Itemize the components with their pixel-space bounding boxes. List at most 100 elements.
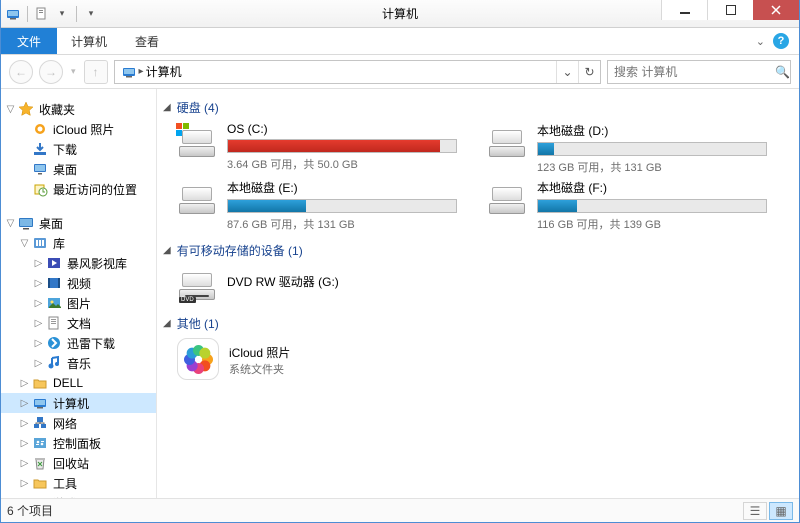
expand-icon[interactable]: ▷: [33, 358, 44, 369]
expand-icon[interactable]: ▽: [5, 104, 16, 115]
minimize-button[interactable]: [661, 0, 707, 20]
sidebar-item-documents[interactable]: ▷文档: [1, 313, 156, 333]
up-button[interactable]: ↑: [84, 60, 108, 84]
drive-name: 本地磁盘 (E:): [227, 179, 457, 196]
group-header-drives[interactable]: ◢ 硬盘 (4): [163, 99, 789, 116]
drive-tile[interactable]: 本地磁盘 (E:) 87.6 GB 可用，共 131 GB: [177, 179, 457, 232]
drive-tile[interactable]: OS (C:) 3.64 GB 可用，共 50.0 GB: [177, 122, 457, 175]
sidebar-item-control-panel[interactable]: ▷控制面板: [1, 433, 156, 453]
control-panel-icon: [32, 435, 48, 451]
drive-name: 本地磁盘 (F:): [537, 179, 767, 196]
libraries-icon: [32, 235, 48, 251]
addr-dropdown-icon[interactable]: ⌄: [556, 61, 578, 83]
sidebar-desktop[interactable]: ▽ 桌面: [1, 213, 156, 233]
status-text: 6 个项目: [7, 502, 53, 519]
breadcrumb-root[interactable]: ▸ 计算机: [115, 61, 188, 83]
close-button[interactable]: [753, 0, 799, 20]
ribbon-tabs: 文件 计算机 查看 ⌄ ?: [1, 28, 799, 55]
history-dropdown-icon[interactable]: ▾: [69, 66, 78, 77]
view-tiles-button[interactable]: ▦: [769, 502, 793, 520]
group-header-removable[interactable]: ◢ 有可移动存储的设备 (1): [163, 242, 789, 259]
view-details-button[interactable]: ☰: [743, 502, 767, 520]
icloud-photos-icon: [177, 338, 219, 380]
expand-icon[interactable]: ▷: [33, 258, 44, 269]
hard-drive-icon: [487, 124, 527, 158]
expand-icon[interactable]: ▷: [33, 338, 44, 349]
drive-capacity-text: 123 GB 可用，共 131 GB: [537, 159, 767, 175]
sidebar-item-desktop[interactable]: 桌面: [1, 159, 156, 179]
sidebar-desktop-label: 桌面: [36, 215, 63, 232]
content-pane[interactable]: ◢ 硬盘 (4) OS (C:) 3.64 GB 可用，共 50.0 GB 本地…: [157, 89, 799, 498]
sidebar-item-computer[interactable]: ▷计算机: [1, 393, 156, 413]
sidebar-item-video-lib[interactable]: ▷暴风影视库: [1, 253, 156, 273]
search-icon[interactable]: 🔍: [775, 65, 790, 79]
expand-icon[interactable]: ▷: [19, 378, 30, 389]
sidebar-item-icloud-photos[interactable]: iCloud 照片: [1, 119, 156, 139]
expand-icon[interactable]: ▽: [5, 218, 16, 229]
collapse-icon[interactable]: ◢: [163, 245, 171, 256]
folder-icon: [32, 475, 48, 491]
item-icloud-photos-label: iCloud 照片: [229, 344, 457, 361]
search-input[interactable]: [608, 65, 775, 79]
item-icloud-photos[interactable]: iCloud 照片 系统文件夹: [177, 338, 457, 380]
expand-icon[interactable]: ▷: [19, 478, 30, 489]
drive-tile[interactable]: 本地磁盘 (F:) 116 GB 可用，共 139 GB: [487, 179, 767, 232]
drive-capacity-text: 116 GB 可用，共 139 GB: [537, 216, 767, 232]
qat-properties-icon[interactable]: [34, 6, 50, 22]
maximize-button[interactable]: [707, 0, 753, 20]
sidebar-item-user-folder[interactable]: ▷DELL: [1, 373, 156, 393]
expand-icon[interactable]: ▷: [19, 418, 30, 429]
expand-icon[interactable]: ▷: [19, 458, 30, 469]
network-icon: [32, 415, 48, 431]
sidebar-item-videos[interactable]: ▷视频: [1, 273, 156, 293]
sidebar-item-libraries[interactable]: ▽库: [1, 233, 156, 253]
group-header-drives-label: 硬盘 (4): [177, 99, 219, 116]
expand-icon[interactable]: ▷: [33, 278, 44, 289]
forward-button[interactable]: →: [39, 60, 63, 84]
sidebar-favorites[interactable]: ▽ 收藏夹: [1, 99, 156, 119]
collapse-icon[interactable]: ◢: [163, 318, 171, 329]
sidebar-item-recent[interactable]: 最近访问的位置: [1, 179, 156, 199]
status-bar: 6 个项目 ☰ ▦: [1, 498, 799, 522]
tab-computer[interactable]: 计算机: [57, 28, 121, 54]
capacity-bar: [537, 199, 767, 213]
device-dvd-label: DVD RW 驱动器 (G:): [227, 273, 457, 290]
file-tab[interactable]: 文件: [1, 28, 57, 54]
device-dvd[interactable]: DVD DVD RW 驱动器 (G:): [177, 265, 457, 301]
collapse-icon[interactable]: ◢: [163, 102, 171, 113]
expand-ribbon-icon[interactable]: ⌄: [756, 35, 765, 48]
refresh-button[interactable]: ↻: [578, 61, 600, 83]
expand-icon[interactable]: ▷: [33, 298, 44, 309]
search-box[interactable]: 🔍: [607, 60, 791, 84]
star-icon: [18, 101, 34, 117]
downloads-icon: [32, 141, 48, 157]
help-icon[interactable]: ?: [773, 33, 789, 49]
qat-dropdown-icon[interactable]: ▾: [54, 6, 70, 22]
sidebar-item-pictures[interactable]: ▷图片: [1, 293, 156, 313]
sidebar-item-xunlei[interactable]: ▷迅雷下载: [1, 333, 156, 353]
navigation-pane[interactable]: ▽ 收藏夹 iCloud 照片下载桌面最近访问的位置 ▽ 桌面 ▽库▷暴风影视库…: [1, 89, 157, 498]
expand-icon[interactable]: ▷: [33, 318, 44, 329]
back-button[interactable]: ←: [9, 60, 33, 84]
recycle-bin-icon: [32, 455, 48, 471]
drive-name: OS (C:): [227, 122, 457, 136]
drive-name: 本地磁盘 (D:): [537, 122, 767, 139]
nav-toolbar: ← → ▾ ↑ ▸ 计算机 ⌄ ↻ 🔍: [1, 55, 799, 89]
sidebar-item-folder[interactable]: ▷工具: [1, 473, 156, 493]
sidebar-item-network[interactable]: ▷网络: [1, 413, 156, 433]
group-header-other[interactable]: ◢ 其他 (1): [163, 315, 789, 332]
drive-tile[interactable]: 本地磁盘 (D:) 123 GB 可用，共 131 GB: [487, 122, 767, 175]
sidebar-item-music[interactable]: ▷音乐: [1, 353, 156, 373]
sidebar-item-recycle-bin[interactable]: ▷回收站: [1, 453, 156, 473]
expand-icon[interactable]: ▽: [19, 238, 30, 249]
drive-capacity-text: 3.64 GB 可用，共 50.0 GB: [227, 156, 457, 172]
qat-customize-icon[interactable]: ▾: [83, 6, 99, 22]
expand-icon[interactable]: ▷: [19, 398, 30, 409]
hard-drive-icon: [177, 181, 217, 215]
hard-drive-icon: [487, 181, 527, 215]
sidebar-favorites-label: 收藏夹: [36, 101, 75, 118]
sidebar-item-downloads[interactable]: 下载: [1, 139, 156, 159]
tab-view[interactable]: 查看: [121, 28, 173, 54]
expand-icon[interactable]: ▷: [19, 438, 30, 449]
address-bar[interactable]: ▸ 计算机 ⌄ ↻: [114, 60, 601, 84]
